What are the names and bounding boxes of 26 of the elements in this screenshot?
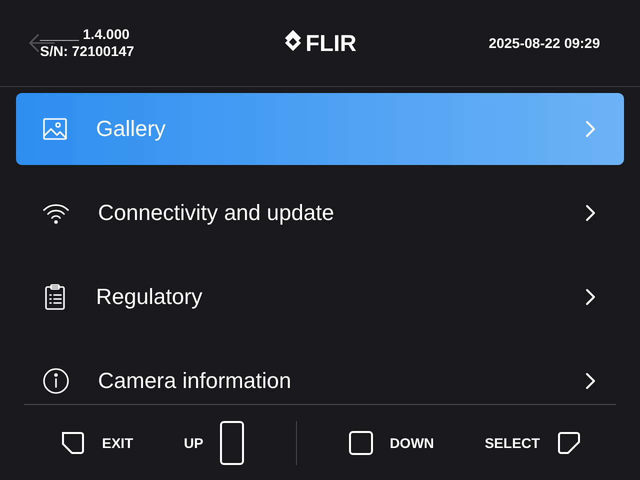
image-icon	[42, 116, 68, 142]
logo-text: FLIR	[305, 30, 357, 56]
menu-item-label: Gallery	[96, 116, 167, 142]
menu-item-label: Regulatory	[96, 284, 204, 310]
firmware-version: _____ 1.4.000	[40, 26, 131, 43]
key-icon	[348, 430, 374, 456]
chevron-right-icon	[584, 120, 596, 138]
key-label: UP	[184, 434, 204, 450]
menu-item-label: Camera information	[98, 368, 292, 394]
key-icon	[219, 420, 246, 466]
info-icon	[42, 367, 70, 395]
chevron-right-icon	[584, 288, 596, 306]
menu-item[interactable]: Connectivity and update	[16, 177, 624, 249]
clipboard-icon	[42, 283, 68, 311]
key-label: EXIT	[102, 434, 134, 450]
chevron-right-icon	[584, 204, 596, 222]
key-icon	[556, 430, 582, 456]
key-label: DOWN	[390, 434, 434, 450]
menu-item-label: Connectivity and update	[98, 200, 336, 226]
chevron-right-icon	[584, 372, 596, 390]
serial-number: S/N: 72100147	[40, 43, 136, 60]
menu-item[interactable]: Camera information	[16, 345, 624, 404]
date-time: 2025-08-22 09:29	[488, 35, 600, 51]
key-label: SELECT	[484, 434, 540, 450]
key-icon	[60, 430, 86, 456]
menu-item[interactable]: Regulatory	[16, 261, 624, 333]
